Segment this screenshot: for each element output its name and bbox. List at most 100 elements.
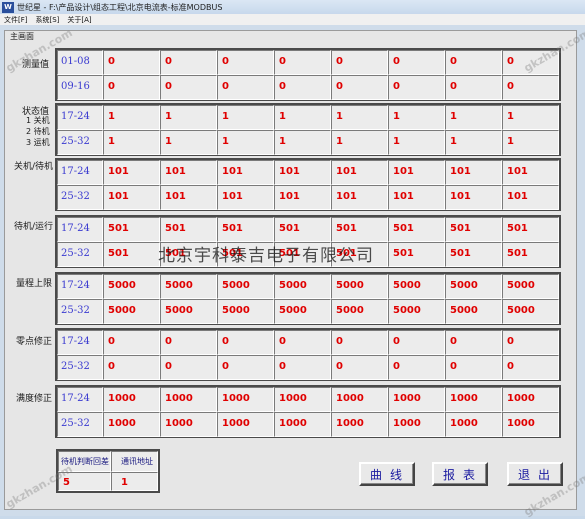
cell-value: 501 [507, 248, 528, 259]
cell-value: 5000 [393, 305, 421, 316]
menu-bar: 文件[F] 系统[S] 关于[A] [0, 14, 585, 25]
cell-value: 1000 [222, 393, 250, 404]
cell-value: 501 [393, 248, 414, 259]
cell-value: 101 [393, 166, 414, 177]
section-label: 关机/待机 [14, 162, 54, 172]
cell-value: 501 [336, 223, 357, 234]
cell-value: 0 [507, 336, 514, 347]
report-button[interactable]: 报表 [432, 462, 488, 486]
cell-value: 0 [279, 361, 286, 372]
cell-value: 101 [222, 191, 243, 202]
address-value[interactable]: 1 [121, 477, 128, 488]
cell-value: 1000 [108, 393, 136, 404]
cell-value: 5000 [336, 280, 364, 291]
cell-value: 501 [507, 223, 528, 234]
cell-value: 1000 [393, 393, 421, 404]
cell-value: 101 [222, 166, 243, 177]
cell-value: 0 [222, 81, 229, 92]
section-table: 17-24 5000 5000 5000 5000 5000 5000 5000 5000 25-… [55, 272, 561, 325]
cell-value: 101 [336, 166, 357, 177]
cell-value: 1000 [222, 418, 250, 429]
cell-value: 0 [393, 81, 400, 92]
section-label: 待机/运行 [14, 222, 54, 232]
cell-value: 1 [450, 136, 457, 147]
company-watermark: 北京宇科泰吉电子有限公司 [158, 246, 374, 266]
cell-value: 1 [507, 136, 514, 147]
cell-value: 501 [165, 223, 186, 234]
exit-button[interactable]: 退出 [507, 462, 563, 486]
section-label: 量程上限 [16, 279, 53, 289]
cell-value: 1000 [279, 393, 307, 404]
cell-value: 1 [393, 136, 400, 147]
cell-value: 0 [450, 81, 457, 92]
cell-value: 1000 [507, 418, 535, 429]
row-range-label: 17-24 [61, 166, 90, 177]
cell-value: 0 [507, 56, 514, 67]
menu-file[interactable]: 文件[F] [0, 15, 32, 25]
cell-value: 0 [450, 56, 457, 67]
cell-value: 0 [450, 336, 457, 347]
cell-value: 0 [393, 336, 400, 347]
row-range-label: 09-16 [61, 81, 90, 92]
cell-value: 0 [336, 336, 343, 347]
cell-value: 0 [279, 336, 286, 347]
row-range-label: 25-32 [61, 418, 90, 429]
cell-value: 0 [336, 56, 343, 67]
menu-about[interactable]: 关于[A] [63, 15, 95, 25]
cell-value: 1 [108, 111, 115, 122]
app-logo-icon: W [2, 1, 14, 13]
cell-value: 1000 [336, 393, 364, 404]
cell-value: 0 [165, 361, 172, 372]
cell-value: 5000 [450, 305, 478, 316]
cell-value: 5000 [165, 305, 193, 316]
menu-system[interactable]: 系统[S] [32, 15, 64, 25]
cell-value: 1 [165, 111, 172, 122]
cell-value: 5000 [393, 280, 421, 291]
cell-value: 5000 [507, 305, 535, 316]
cell-value: 1 [336, 136, 343, 147]
row-range-label: 25-32 [61, 361, 90, 372]
section-table: 17-24 1 1 1 1 1 1 1 1 25-32 1 1 1 1 1 1 1 1 [55, 103, 561, 156]
cell-value: 0 [507, 81, 514, 92]
cell-value: 1000 [165, 418, 193, 429]
row-range-label: 17-24 [61, 336, 90, 347]
main-panel [4, 30, 577, 510]
cell-value: 5000 [222, 305, 250, 316]
cell-value: 501 [279, 223, 300, 234]
section-table: 17-24 1000 1000 1000 1000 1000 1000 1000 1000 25-… [55, 385, 561, 438]
section-label: 满度修正 [16, 394, 53, 404]
cell-value: 5000 [450, 280, 478, 291]
cell-value: 1 [450, 111, 457, 122]
cell-value: 101 [450, 191, 471, 202]
cell-value: 501 [222, 223, 243, 234]
cell-value: 5000 [108, 280, 136, 291]
cell-value: 0 [393, 56, 400, 67]
cell-value: 1 [165, 136, 172, 147]
panel-title: 主画面 [10, 32, 34, 41]
section-label: 1 关机 [26, 116, 50, 125]
cell-value: 501 [108, 248, 129, 259]
section-label: 3 运机 [26, 138, 50, 147]
row-range-label: 25-32 [61, 305, 90, 316]
cell-value: 1000 [450, 418, 478, 429]
window-title: 世纪星 - F:\产品设计\组态工程\北京电流表-标准MODBUS [17, 2, 223, 12]
cell-value: 101 [336, 191, 357, 202]
curve-button[interactable]: 曲线 [359, 462, 415, 486]
settings-cell [111, 472, 158, 491]
cell-value: 101 [108, 166, 129, 177]
row-range-label: 25-32 [61, 191, 90, 202]
cell-value: 1 [507, 111, 514, 122]
row-range-label: 01-08 [61, 56, 90, 67]
row-range-label: 17-24 [61, 223, 90, 234]
cell-value: 0 [450, 361, 457, 372]
app-window: W 世纪星 - F:\产品设计\组态工程\北京电流表-标准MODBUS 文件[F… [0, 0, 585, 519]
cell-value: 101 [165, 166, 186, 177]
section-table: 01-08 0 0 0 0 0 0 0 0 09-16 0 0 0 0 0 0 0 0 [55, 48, 561, 101]
cell-value: 1 [393, 111, 400, 122]
cell-value: 101 [279, 191, 300, 202]
cell-value: 501 [450, 223, 471, 234]
cell-value: 101 [165, 191, 186, 202]
cell-value: 5000 [165, 280, 193, 291]
cell-value: 0 [165, 336, 172, 347]
cell-value: 1000 [336, 418, 364, 429]
